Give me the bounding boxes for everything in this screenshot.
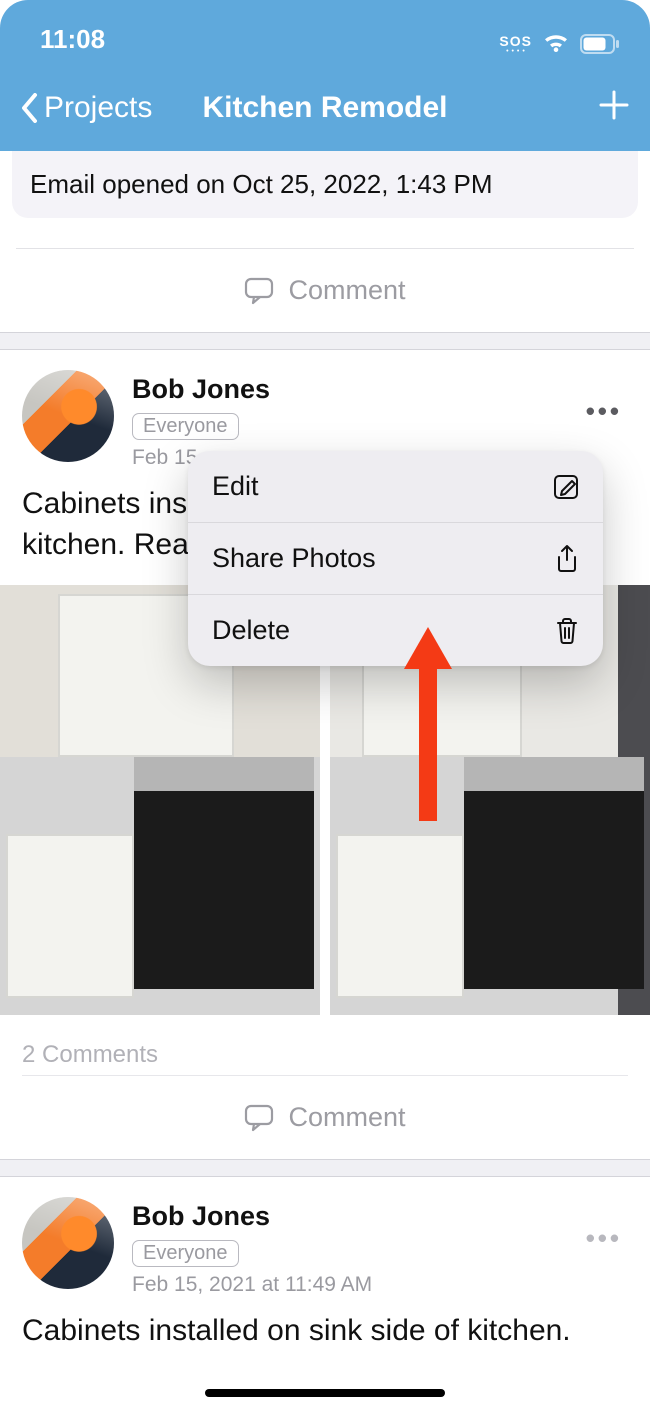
sos-indicator: SOS• • • • xyxy=(499,34,532,55)
home-indicator[interactable] xyxy=(205,1389,445,1397)
post-body: Cabinets installed on sink side of kitch… xyxy=(22,1311,628,1352)
post-author: Bob Jones xyxy=(132,370,270,405)
plus-icon xyxy=(598,89,630,121)
visibility-pill: Everyone xyxy=(132,413,239,440)
comments-count[interactable]: 2 Comments xyxy=(22,1015,628,1075)
menu-label: Edit xyxy=(212,471,259,502)
nav-bar: Projects Kitchen Remodel xyxy=(0,65,650,151)
menu-label: Share Photos xyxy=(212,543,376,574)
back-button[interactable]: Projects xyxy=(20,91,152,125)
email-status-card: Email opened on Oct 25, 2022, 1:43 PM xyxy=(12,151,638,218)
post-author: Bob Jones xyxy=(132,1197,372,1232)
battery-icon xyxy=(580,34,620,54)
post-more-button[interactable]: ••• xyxy=(586,396,622,427)
wifi-icon xyxy=(542,33,570,55)
section-separator xyxy=(0,1159,650,1177)
post-more-button[interactable]: ••• xyxy=(586,1223,622,1254)
post-timestamp: Feb 15, 2021 at 11:49 AM xyxy=(132,1273,372,1297)
avatar[interactable] xyxy=(22,370,114,462)
menu-share-photos[interactable]: Share Photos xyxy=(188,522,603,594)
avatar[interactable] xyxy=(22,1197,114,1289)
trash-icon xyxy=(555,617,579,645)
comment-label: Comment xyxy=(288,275,405,306)
edit-icon xyxy=(553,474,579,500)
comment-button[interactable]: Comment xyxy=(22,1076,628,1159)
comment-label: Comment xyxy=(288,1102,405,1133)
back-label: Projects xyxy=(44,91,152,125)
menu-edit[interactable]: Edit xyxy=(188,451,603,522)
comment-icon xyxy=(244,277,274,305)
post-item: ••• Bob Jones Everyone Feb 15, 2021 at 1… xyxy=(0,1177,650,1352)
status-icons: SOS• • • • xyxy=(499,33,620,55)
visibility-pill: Everyone xyxy=(132,1240,239,1267)
chevron-left-icon xyxy=(20,93,38,123)
add-button[interactable] xyxy=(598,86,630,131)
status-bar: 11:08 SOS• • • • xyxy=(0,0,650,65)
clock: 11:08 xyxy=(40,24,105,55)
menu-label: Delete xyxy=(212,615,290,646)
context-menu: Edit Share Photos Delete xyxy=(188,451,603,666)
comment-icon xyxy=(244,1104,274,1132)
annotation-arrow xyxy=(398,621,458,821)
menu-delete[interactable]: Delete xyxy=(188,594,603,666)
share-icon xyxy=(555,544,579,574)
section-separator xyxy=(0,332,650,350)
comment-button[interactable]: Comment xyxy=(0,249,650,332)
email-status-text: Email opened on Oct 25, 2022, 1:43 PM xyxy=(30,169,493,199)
